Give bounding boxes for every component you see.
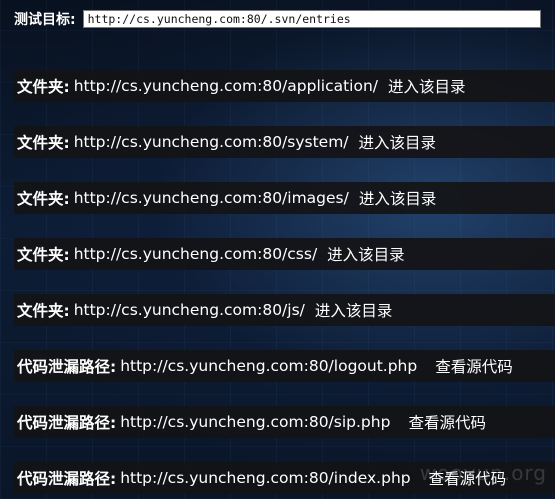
result-row-folder: 文件夹: http://cs.yuncheng.com:80/css/ 进入该目… bbox=[14, 238, 555, 270]
target-bar: 测试目标: bbox=[14, 8, 541, 30]
enter-directory-link[interactable]: 进入该目录 bbox=[315, 299, 393, 321]
enter-directory-link[interactable]: 进入该目录 bbox=[359, 187, 437, 209]
row-type-label: 代码泄漏路径: bbox=[17, 414, 117, 432]
row-url: http://cs.yuncheng.com:80/sip.php bbox=[120, 413, 391, 431]
view-source-link[interactable]: 查看源代码 bbox=[408, 411, 486, 433]
row-url: http://cs.yuncheng.com:80/js/ bbox=[73, 301, 305, 319]
row-url: http://cs.yuncheng.com:80/system/ bbox=[73, 133, 349, 151]
row-url: http://cs.yuncheng.com:80/application/ bbox=[73, 77, 378, 95]
row-type-label: 文件夹: bbox=[17, 134, 70, 152]
row-type-label: 代码泄漏路径: bbox=[17, 358, 117, 376]
result-row-folder: 文件夹: http://cs.yuncheng.com:80/images/ 进… bbox=[14, 182, 555, 214]
result-row-code-leak: 代码泄漏路径: http://cs.yuncheng.com:80/logout… bbox=[14, 350, 555, 382]
target-label: 测试目标: bbox=[14, 12, 76, 28]
row-type-label: 文件夹: bbox=[17, 78, 70, 96]
watermark: wooyun.org bbox=[419, 461, 547, 485]
row-url: http://cs.yuncheng.com:80/index.php bbox=[120, 469, 411, 487]
row-url: http://cs.yuncheng.com:80/logout.php bbox=[120, 357, 418, 375]
row-url: http://cs.yuncheng.com:80/images/ bbox=[73, 189, 349, 207]
target-url-input[interactable] bbox=[82, 10, 541, 28]
enter-directory-link[interactable]: 进入该目录 bbox=[388, 75, 466, 97]
row-type-label: 代码泄漏路径: bbox=[17, 470, 117, 488]
result-row-folder: 文件夹: http://cs.yuncheng.com:80/system/ 进… bbox=[14, 126, 555, 158]
enter-directory-link[interactable]: 进入该目录 bbox=[327, 243, 405, 265]
row-url: http://cs.yuncheng.com:80/css/ bbox=[73, 245, 318, 263]
row-type-label: 文件夹: bbox=[17, 246, 70, 264]
result-row-folder: 文件夹: http://cs.yuncheng.com:80/js/ 进入该目录 bbox=[14, 294, 555, 326]
view-source-link[interactable]: 查看源代码 bbox=[435, 355, 513, 377]
row-type-label: 文件夹: bbox=[17, 190, 70, 208]
enter-directory-link[interactable]: 进入该目录 bbox=[359, 131, 437, 153]
row-type-label: 文件夹: bbox=[17, 302, 70, 320]
result-row-folder: 文件夹: http://cs.yuncheng.com:80/applicati… bbox=[14, 70, 555, 102]
result-row-code-leak: 代码泄漏路径: http://cs.yuncheng.com:80/sip.ph… bbox=[14, 406, 555, 438]
